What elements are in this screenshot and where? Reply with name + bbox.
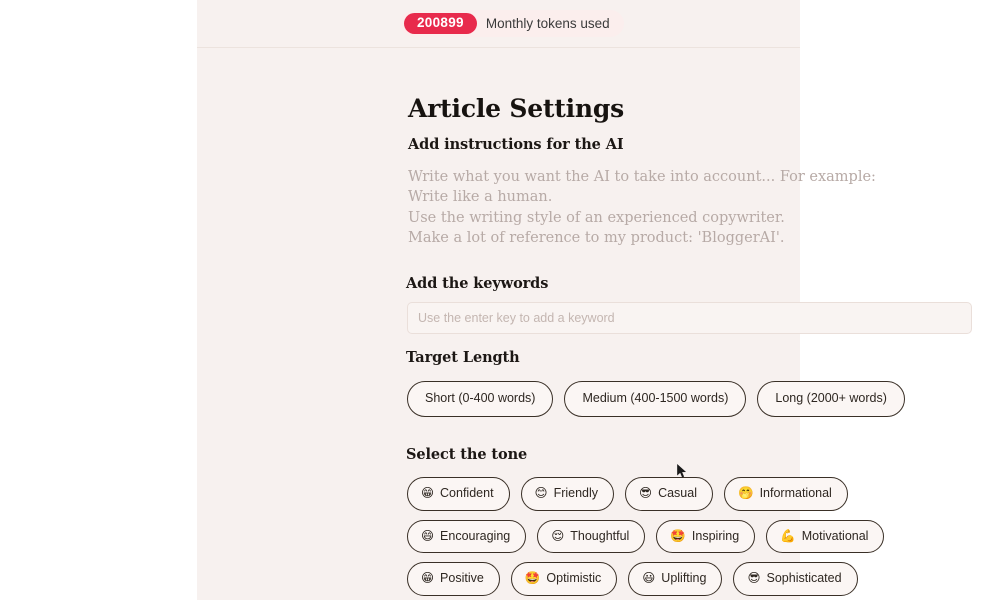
- sunglasses-face-icon: 😎: [747, 570, 761, 585]
- tone-chip-label: Informational: [759, 486, 832, 500]
- grinning-face-icon: 😁: [421, 485, 435, 500]
- tone-chip-label: Positive: [440, 571, 484, 585]
- tone-chip-label: Sophisticated: [766, 571, 842, 585]
- grinning-face-icon: 😁: [421, 570, 435, 585]
- instructions-placeholder-line-3: Use the writing style of an experienced …: [408, 209, 785, 226]
- tone-heading: Select the tone: [406, 446, 528, 463]
- monthly-tokens-indicator: 200899 Monthly tokens used: [400, 10, 624, 37]
- length-option-medium[interactable]: Medium (400-1500 words): [564, 381, 747, 417]
- tone-chip-friendly[interactable]: 😊 Friendly: [520, 477, 615, 511]
- tone-chip-sophisticated[interactable]: 😎 Sophisticated: [733, 562, 858, 596]
- length-option-long[interactable]: Long (2000+ words): [757, 381, 905, 417]
- token-usage-label: Monthly tokens used: [485, 16, 610, 31]
- keywords-input[interactable]: [407, 302, 972, 334]
- hand-over-mouth-face-icon: 🤭: [738, 485, 754, 500]
- instructions-placeholder-line-1: Write what you want the AI to take into …: [408, 169, 876, 185]
- star-struck-face-icon: 🤩: [524, 570, 541, 585]
- app-root: 200899 Monthly tokens used Article Setti…: [0, 0, 1000, 600]
- tone-chip-label: Encouraging: [440, 528, 511, 543]
- instructions-heading: Add instructions for the AI: [408, 136, 624, 153]
- tone-chip-optimistic[interactable]: 🤩 Optimistic: [510, 562, 618, 596]
- tone-chip-thoughtful[interactable]: 😌 Thoughtful: [537, 519, 646, 553]
- target-length-options: Short (0-400 words) Medium (400-1500 wor…: [407, 381, 905, 417]
- grinning-face-big-eyes-icon: 😃: [642, 570, 656, 585]
- target-length-heading: Target Length: [406, 349, 520, 366]
- top-bar: 200899 Monthly tokens used: [197, 0, 800, 48]
- flexed-biceps-icon: 💪: [780, 527, 796, 543]
- star-struck-face-icon: 🤩: [670, 527, 686, 543]
- tone-row: 😄 Encouraging 😌 Thoughtful 🤩 Inspiring 💪…: [407, 519, 885, 553]
- tone-chip-label: Uplifting: [661, 571, 707, 585]
- page-title: Article Settings: [408, 94, 625, 123]
- tone-chip-encouraging[interactable]: 😄 Encouraging: [407, 519, 527, 553]
- grinning-face-icon: 😄: [421, 527, 435, 543]
- tone-chip-label: Motivational: [801, 528, 869, 543]
- tone-chip-label: Casual: [658, 486, 697, 500]
- token-count-badge: 200899: [404, 13, 477, 34]
- tone-chip-label: Inspiring: [691, 528, 740, 543]
- tone-chip-label: Optimistic: [546, 571, 602, 585]
- tone-chip-inspiring[interactable]: 🤩 Inspiring: [656, 519, 756, 553]
- smiling-face-icon: 😊: [534, 485, 548, 500]
- tone-row: 😁 Positive 🤩 Optimistic 😃 Uplifting 😎 So…: [407, 562, 884, 596]
- tone-options: 😁 Confident 😊 Friendly 😎 Casual 🤭 Inform…: [407, 477, 885, 596]
- tone-chip-label: Confident: [440, 486, 494, 500]
- relieved-face-icon: 😌: [551, 527, 565, 543]
- tone-chip-confident[interactable]: 😁 Confident: [407, 477, 510, 511]
- settings-panel: 200899 Monthly tokens used Article Setti…: [197, 0, 972, 600]
- tone-chip-informational[interactable]: 🤭 Informational: [724, 477, 848, 511]
- keywords-heading: Add the keywords: [406, 275, 549, 292]
- instructions-placeholder-line-4: Make a lot of reference to my product: '…: [408, 230, 785, 247]
- tone-row: 😁 Confident 😊 Friendly 😎 Casual 🤭 Inform…: [407, 477, 884, 511]
- tone-chip-casual[interactable]: 😎 Casual: [625, 477, 713, 511]
- tone-chip-uplifting[interactable]: 😃 Uplifting: [628, 562, 723, 596]
- tone-chip-label: Friendly: [553, 486, 599, 500]
- instructions-textarea[interactable]: Write what you want the AI to take into …: [408, 167, 876, 249]
- sunglasses-face-icon: 😎: [639, 485, 653, 500]
- tone-chip-motivational[interactable]: 💪 Motivational: [766, 519, 885, 553]
- length-option-short[interactable]: Short (0-400 words): [407, 381, 554, 417]
- tone-chip-positive[interactable]: 😁 Positive: [407, 562, 500, 596]
- instructions-placeholder-line-2: Write like a human.: [408, 189, 553, 206]
- tone-chip-label: Thoughtful: [570, 528, 630, 543]
